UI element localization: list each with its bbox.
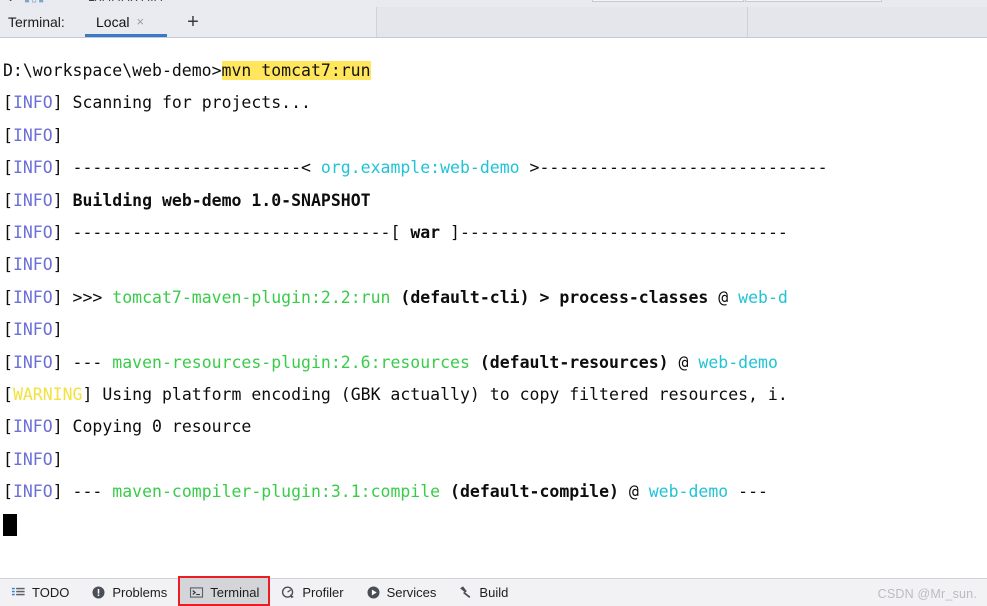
tool-window-button-label: Services xyxy=(386,585,437,600)
terminal-cursor-line xyxy=(0,508,987,536)
clipped-ghost-field-2 xyxy=(745,0,882,2)
execution-id: (default-cli) xyxy=(390,287,540,307)
terminal-log-line: [INFO] -----------------------< org.exam… xyxy=(3,158,828,178)
terminal-prompt-icon xyxy=(189,585,204,600)
execution-id: (default-compile) xyxy=(440,482,629,502)
terminal-log-line: [INFO] xyxy=(3,449,63,469)
tabbar-panel-mid xyxy=(377,7,748,37)
tab-local-label: Local xyxy=(96,14,130,30)
terminal-log-line: [INFO] Copying 0 resource xyxy=(3,417,252,437)
clipped-ghost-text-3: ⅬⅩⅯⅠ ⅠⅯⅩ ⅯⅠⅯ xyxy=(88,0,163,4)
ide-terminal-window: ⌄ ▮▯▮ ⅬⅩⅯⅠ ⅠⅯⅩ ⅯⅠⅯ Terminal: Local × + D… xyxy=(0,0,987,606)
plugin-goal: maven-compiler-plugin:3.1:compile xyxy=(112,482,441,502)
terminal-log-line: [INFO] xyxy=(3,320,63,340)
artifact-id: web-demo xyxy=(698,352,778,372)
terminal-output[interactable]: D:\workspace\web-demo>mvn tomcat7:run [IN… xyxy=(0,38,987,579)
terminal-tabbar: Terminal: Local × + xyxy=(0,7,987,38)
tool-window-button-services[interactable]: Services xyxy=(355,579,448,606)
tool-window-button-label: Problems xyxy=(112,585,168,600)
emphasis-text: Building web-demo 1.0-SNAPSHOT xyxy=(72,190,371,210)
prompt-path: D:\workspace\web-demo> xyxy=(3,61,222,80)
tool-window-button-label: Terminal xyxy=(210,585,260,600)
close-icon[interactable]: × xyxy=(136,15,144,29)
hammer-icon xyxy=(458,585,473,600)
terminal-log-line: [INFO] xyxy=(3,125,63,145)
csdn-watermark: CSDN @Mr_sun. xyxy=(877,587,977,601)
tab-active-underline xyxy=(85,34,167,37)
block-cursor xyxy=(3,513,17,536)
terminal-log-line: [INFO] >>> tomcat7-maven-plugin:2.2:run … xyxy=(3,287,788,307)
tabbar-panel-right xyxy=(748,7,987,37)
terminal-log-line: [WARNING] Using platform encoding (GBK a… xyxy=(3,384,788,404)
log-level-info: INFO xyxy=(12,93,53,113)
terminal-toolwindow-label: Terminal: xyxy=(8,14,65,30)
terminal-log-line: [INFO] --------------------------------[… xyxy=(3,222,788,242)
tool-window-button-build[interactable]: Build xyxy=(447,579,519,606)
profiler-gauge-icon xyxy=(281,585,296,600)
log-level-info: INFO xyxy=(12,417,53,437)
log-level-info: INFO xyxy=(12,449,53,469)
terminal-log-line: [INFO] xyxy=(3,255,63,275)
tool-window-statusbar: TODO Problems Terminal Profiler Services Buil… xyxy=(0,576,987,606)
log-level-info: INFO xyxy=(12,352,53,372)
log-level-info: INFO xyxy=(12,255,53,275)
terminal-log-line: [INFO] Building web-demo 1.0-SNAPSHOT xyxy=(3,190,371,210)
tab-local[interactable]: Local × xyxy=(90,7,150,37)
terminal-log-line: [INFO] Scanning for projects... xyxy=(3,93,311,113)
todo-list-icon xyxy=(11,585,26,600)
tool-window-button-problems[interactable]: Problems xyxy=(80,579,178,606)
artifact-id: web-demo xyxy=(648,482,729,502)
log-level-info: INFO xyxy=(12,287,53,307)
clipped-ghost-field-1 xyxy=(592,0,744,2)
play-circle-icon xyxy=(366,585,381,600)
plugin-goal: tomcat7-maven-plugin:2.2:run xyxy=(112,287,391,307)
warning-circle-icon xyxy=(91,585,106,600)
tool-window-button-profiler[interactable]: Profiler xyxy=(270,579,354,606)
tool-window-button-label: Profiler xyxy=(302,585,344,600)
log-level-info: INFO xyxy=(12,222,53,242)
terminal-prompt-line: D:\workspace\web-demo>mvn tomcat7:run xyxy=(0,55,987,87)
artifact-id: web-d xyxy=(738,287,788,307)
clipped-ghost-text-1: ⌄ xyxy=(6,0,15,4)
entered-command: mvn tomcat7:run xyxy=(221,61,371,80)
plugin-goal: maven-resources-plugin:2.6:resources xyxy=(112,352,470,372)
log-level-info: INFO xyxy=(12,482,53,502)
log-level-info: INFO xyxy=(12,125,53,145)
tool-window-button-todo[interactable]: TODO xyxy=(0,579,80,606)
tool-window-button-terminal[interactable]: Terminal xyxy=(178,576,271,606)
terminal-log-line: [INFO] --- maven-compiler-plugin:3.1:com… xyxy=(3,482,768,502)
log-level-info: INFO xyxy=(12,158,53,178)
terminal-log-line: [INFO] --- maven-resources-plugin:2.6:re… xyxy=(3,352,778,372)
project-coordinate: org.example:web-demo xyxy=(320,158,520,178)
log-level-info: INFO xyxy=(12,320,53,340)
tool-window-button-label: Build xyxy=(479,585,509,600)
log-level-info: INFO xyxy=(12,190,53,210)
execution-id: (default-resources) xyxy=(469,352,679,372)
emphasis-text: war xyxy=(410,222,441,242)
plus-icon[interactable]: + xyxy=(178,7,208,37)
lifecycle-chain: > process-classes xyxy=(539,287,719,307)
clipped-ghost-text-2: ▮▯▮ xyxy=(24,0,45,4)
log-level-warning: WARNING xyxy=(12,384,83,404)
tool-window-button-label: TODO xyxy=(32,585,70,600)
